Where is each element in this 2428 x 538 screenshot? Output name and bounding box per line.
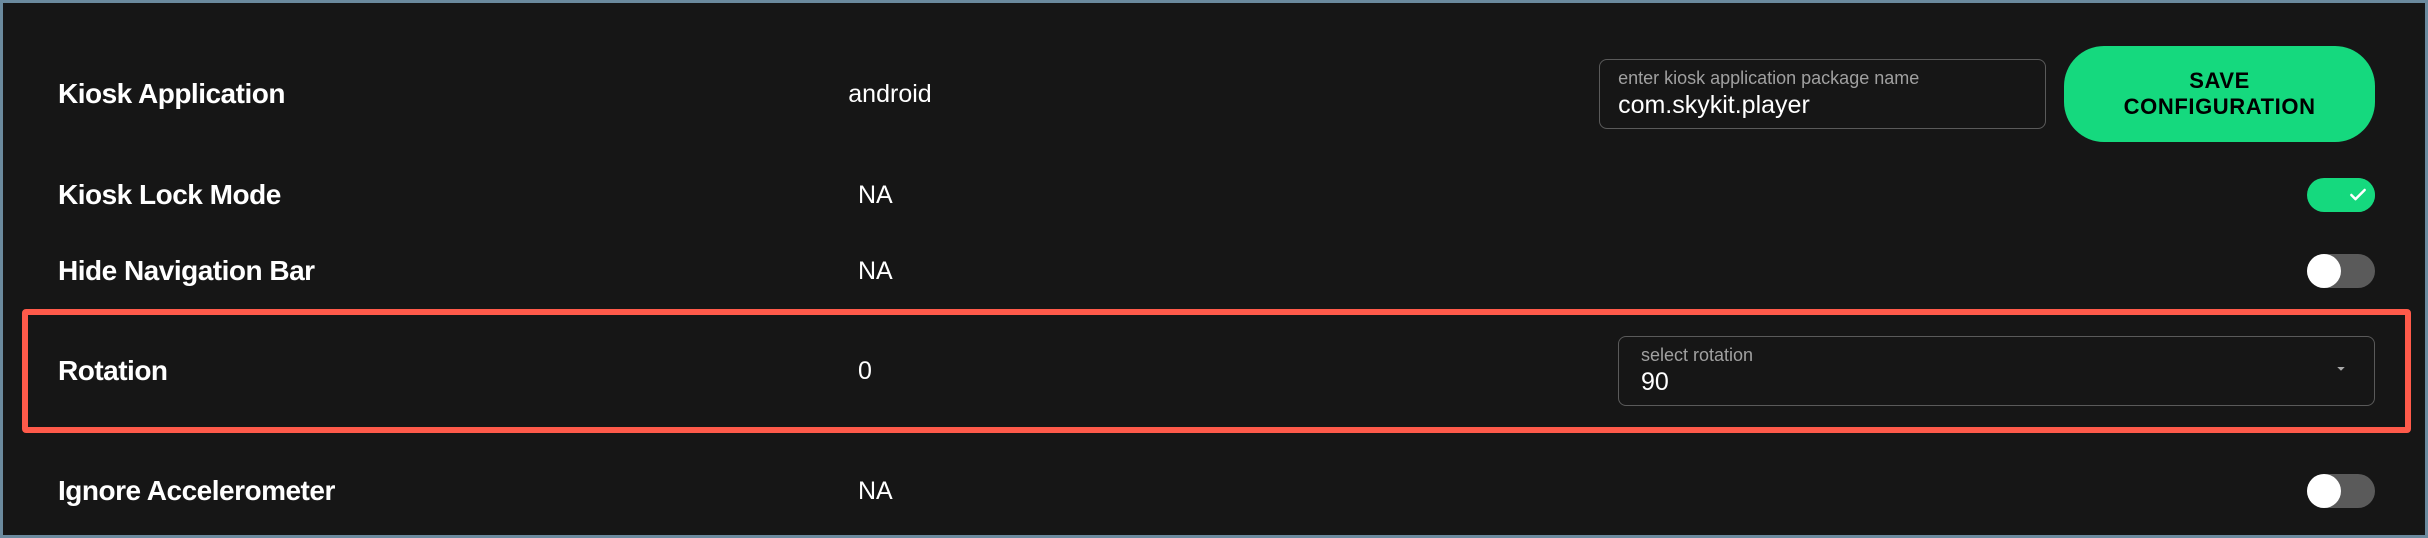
value-kiosk-application: android bbox=[848, 80, 1599, 109]
label-kiosk-application: Kiosk Application bbox=[58, 78, 848, 110]
rotation-select-label: select rotation bbox=[1641, 345, 2352, 366]
kiosk-package-input-label: enter kiosk application package name bbox=[1618, 68, 2027, 89]
kiosk-package-input[interactable] bbox=[1618, 91, 2027, 120]
value-ignore-accelerometer: NA bbox=[858, 477, 1618, 506]
toggle-knob bbox=[2307, 474, 2341, 508]
control-hide-navigation-bar bbox=[1618, 254, 2375, 288]
control-kiosk-application: enter kiosk application package name SAV… bbox=[1599, 46, 2375, 142]
value-hide-navigation-bar: NA bbox=[858, 257, 1618, 286]
kiosk-package-input-wrapper[interactable]: enter kiosk application package name bbox=[1599, 59, 2046, 129]
control-rotation: select rotation 90 bbox=[1618, 336, 2375, 406]
rotation-select[interactable]: select rotation 90 bbox=[1618, 336, 2375, 406]
value-rotation: 0 bbox=[858, 357, 1618, 386]
hide-nav-toggle[interactable] bbox=[2307, 254, 2375, 288]
toggle-knob bbox=[2341, 178, 2375, 212]
control-ignore-accelerometer bbox=[1618, 474, 2375, 508]
row-kiosk-application: Kiosk Application android enter kiosk ap… bbox=[58, 31, 2375, 157]
row-rotation: Rotation 0 select rotation 90 bbox=[22, 309, 2411, 433]
chevron-down-icon bbox=[2332, 360, 2350, 383]
toggle-knob bbox=[2307, 254, 2341, 288]
label-ignore-accelerometer: Ignore Accelerometer bbox=[58, 475, 858, 507]
row-hide-navigation-bar: Hide Navigation Bar NA bbox=[58, 233, 2375, 309]
ignore-accel-toggle[interactable] bbox=[2307, 474, 2375, 508]
value-kiosk-lock-mode: NA bbox=[858, 181, 1618, 210]
label-rotation: Rotation bbox=[58, 355, 858, 387]
label-kiosk-lock-mode: Kiosk Lock Mode bbox=[58, 179, 858, 211]
spacer bbox=[58, 433, 2375, 453]
row-ignore-accelerometer: Ignore Accelerometer NA bbox=[58, 453, 2375, 529]
check-icon bbox=[2348, 185, 2368, 205]
rotation-select-value: 90 bbox=[1641, 368, 2352, 397]
control-kiosk-lock-mode bbox=[1618, 178, 2375, 212]
label-hide-navigation-bar: Hide Navigation Bar bbox=[58, 255, 858, 287]
settings-panel: Kiosk Application android enter kiosk ap… bbox=[3, 3, 2425, 535]
save-configuration-button[interactable]: SAVE CONFIGURATION bbox=[2064, 46, 2375, 142]
row-kiosk-lock-mode: Kiosk Lock Mode NA bbox=[58, 157, 2375, 233]
kiosk-lock-toggle[interactable] bbox=[2307, 178, 2375, 212]
